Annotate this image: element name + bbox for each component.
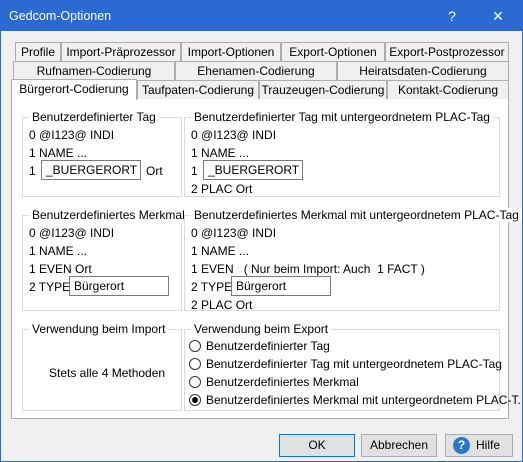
- custom-tag-line1: 0 @I123@ INDI: [29, 128, 115, 142]
- tab-import-optionen[interactable]: Import-Optionen: [181, 42, 281, 61]
- custom-fact-plac-group: Benutzerdefiniertes Merkmal mit untergeo…: [184, 208, 522, 312]
- custom-tag-plac-group-title: Benutzerdefinierter Tag mit untergeordne…: [191, 110, 493, 124]
- tab-rufnamen-codierung[interactable]: Rufnamen-Codierung: [13, 61, 175, 80]
- tab-import-praeprozessor[interactable]: Import-Präprozessor: [61, 42, 181, 61]
- custom-fact-line1: 0 @I123@ INDI: [29, 226, 115, 240]
- custom-tag-line2: 1 NAME ...: [29, 146, 88, 160]
- tab-panel: Benutzerdefinierter Tag 0 @I123@ INDI 1 …: [11, 99, 522, 419]
- import-usage-text: Stets alle 4 Methoden: [49, 366, 166, 380]
- custom-fact-group-title: Benutzerdefiniertes Merkmal: [29, 208, 188, 222]
- tab-taufpaten-codierung[interactable]: Taufpaten-Codierung: [137, 80, 259, 99]
- help-button-icon: ?: [453, 437, 470, 454]
- custom-fact-plac-line5: 2 PLAC Ort: [191, 298, 253, 312]
- tab-buergerort-codierung[interactable]: Bürgerort-Codierung: [11, 79, 137, 100]
- tab-profile[interactable]: Profile: [15, 42, 61, 61]
- help-button-label: Hilfe: [476, 438, 501, 452]
- custom-tag-plac-line2: 1 NAME ...: [191, 146, 250, 160]
- tab-trauzeugen-codierung[interactable]: Trauzeugen-Codierung: [259, 80, 387, 99]
- window-title: Gedcom-Optionen: [9, 9, 112, 23]
- import-usage-group: Verwendung beim Import Stets alle 4 Meth…: [22, 322, 182, 411]
- close-icon[interactable]: ✕: [483, 5, 513, 27]
- export-option-label-2[interactable]: Benutzerdefiniertes Merkmal: [206, 375, 359, 389]
- custom-fact-plac-group-title: Benutzerdefiniertes Merkmal mit untergeo…: [191, 208, 522, 222]
- tab-heiratsdaten-codierung[interactable]: Heiratsdaten-Codierung: [337, 61, 509, 80]
- custom-fact-line2: 1 NAME ...: [29, 244, 88, 258]
- help-icon[interactable]: ?: [437, 5, 467, 27]
- custom-fact-plac-line2: 1 NAME ...: [191, 244, 250, 258]
- custom-fact-group: Benutzerdefiniertes Merkmal 0 @I123@ IND…: [22, 208, 188, 311]
- export-option-radio-3[interactable]: [189, 394, 201, 406]
- custom-tag-plac-input[interactable]: _BUERGERORT: [203, 160, 303, 180]
- help-button[interactable]: ? Hilfe: [445, 434, 513, 457]
- export-option-label-1[interactable]: Benutzerdefinierter Tag mit untergeordne…: [206, 357, 502, 371]
- tab-kontakt-codierung[interactable]: Kontakt-Codierung: [387, 80, 509, 99]
- export-option-label-3[interactable]: Benutzerdefiniertes Merkmal mit untergeo…: [206, 393, 521, 407]
- export-option-radio-1[interactable]: [189, 358, 201, 370]
- custom-tag-plac-line1: 0 @I123@ INDI: [191, 128, 277, 142]
- custom-fact-type-label: 2 TYPE: [29, 280, 71, 294]
- custom-tag-suffix: Ort: [146, 164, 163, 178]
- ok-button[interactable]: OK: [279, 434, 355, 457]
- export-usage-group-title: Verwendung beim Export: [191, 322, 332, 336]
- tab-ehenamen-codierung[interactable]: Ehenamen-Codierung: [175, 61, 337, 80]
- export-option-label-0[interactable]: Benutzerdefinierter Tag: [206, 339, 330, 353]
- export-option-radio-0[interactable]: [189, 340, 201, 352]
- custom-tag-plac-group: Benutzerdefinierter Tag mit untergeordne…: [184, 110, 500, 197]
- custom-tag-input[interactable]: _BUERGERORT: [41, 160, 141, 180]
- custom-fact-plac-type-input[interactable]: Bürgerort: [231, 276, 331, 296]
- import-usage-group-title: Verwendung beim Import: [29, 322, 169, 336]
- custom-fact-type-input[interactable]: Bürgerort: [69, 276, 169, 296]
- custom-tag-plac-prefix: 1: [191, 164, 198, 178]
- tab-export-optionen[interactable]: Export-Optionen: [281, 42, 385, 61]
- export-usage-group: Verwendung beim Export Benutzerdefiniert…: [184, 322, 521, 411]
- cancel-button[interactable]: Abbrechen: [361, 434, 437, 457]
- export-option-radio-2[interactable]: [189, 376, 201, 388]
- custom-tag-plac-line4: 2 PLAC Ort: [191, 182, 253, 196]
- custom-fact-plac-line1: 0 @I123@ INDI: [191, 226, 277, 240]
- custom-fact-line3: 1 EVEN Ort: [29, 262, 92, 276]
- dialog-window: Gedcom-Optionen ? ✕ Profile Import-Präpr…: [0, 0, 523, 462]
- custom-tag-prefix: 1: [29, 164, 36, 178]
- custom-tag-group-title: Benutzerdefinierter Tag: [29, 110, 159, 124]
- title-bar: Gedcom-Optionen ? ✕: [1, 1, 522, 31]
- custom-tag-group: Benutzerdefinierter Tag 0 @I123@ INDI 1 …: [22, 110, 182, 197]
- tab-export-postprozessor[interactable]: Export-Postprozessor: [385, 42, 509, 61]
- custom-fact-plac-type-label: 2 TYPE: [191, 280, 233, 294]
- custom-fact-plac-line3: 1 EVEN ( Nur beim Import: Auch 1 FACT ): [191, 262, 425, 276]
